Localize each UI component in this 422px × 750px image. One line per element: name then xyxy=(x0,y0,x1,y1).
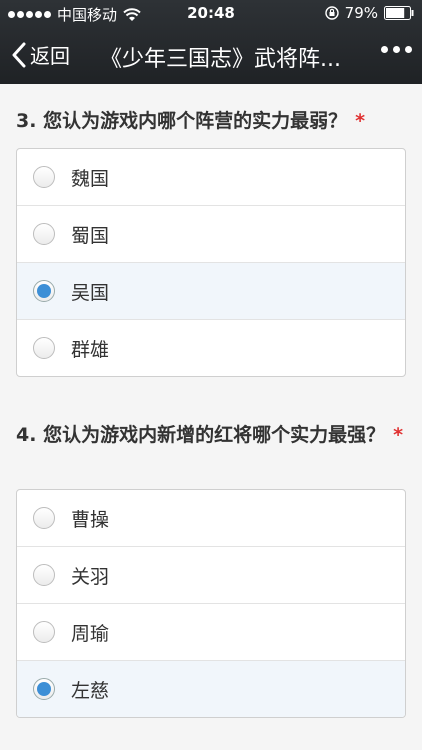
back-label: 返回 xyxy=(30,44,70,68)
question-3: 3. 您认为游戏内哪个阵营的实力最弱？ * xyxy=(16,106,406,136)
chevron-left-icon xyxy=(12,42,26,67)
question-text: 您认为游戏内新增的红将哪个实力最强？ xyxy=(43,424,386,446)
radio-button[interactable] xyxy=(33,507,55,529)
radio-button[interactable] xyxy=(33,166,55,188)
radio-button[interactable] xyxy=(33,621,55,643)
battery-icon xyxy=(384,6,414,20)
radio-button-checked[interactable] xyxy=(33,280,55,302)
radio-button[interactable] xyxy=(33,223,55,245)
option-row-selected[interactable]: 左慈 xyxy=(17,660,405,717)
option-row[interactable]: 魏国 xyxy=(17,149,405,205)
top-bar: 中国移动 20:48 79% 返回 《少年三国志》武将阵... xyxy=(0,0,422,84)
option-label: 曹操 xyxy=(71,508,110,531)
nav-bar: 返回 《少年三国志》武将阵... xyxy=(0,30,422,80)
option-label: 吴国 xyxy=(71,281,110,304)
radio-button[interactable] xyxy=(33,564,55,586)
back-button[interactable]: 返回 xyxy=(12,40,70,69)
option-label: 左慈 xyxy=(71,679,110,702)
option-row[interactable]: 蜀国 xyxy=(17,205,405,262)
radio-button-checked[interactable] xyxy=(33,678,55,700)
more-options-button[interactable] xyxy=(381,46,412,53)
battery-percent: 79% xyxy=(344,4,378,22)
option-label: 关羽 xyxy=(71,565,110,588)
required-mark: * xyxy=(393,424,404,446)
option-label: 魏国 xyxy=(71,167,110,190)
page-title: 《少年三国志》武将阵... xyxy=(100,47,341,72)
status-bar: 中国移动 20:48 79% xyxy=(0,0,422,26)
status-right: 79% xyxy=(324,4,414,22)
question-3-options: 魏国 蜀国 吴国 群雄 xyxy=(16,148,406,377)
option-row[interactable]: 周瑜 xyxy=(17,603,405,660)
rotation-lock-icon xyxy=(324,6,339,20)
radio-button[interactable] xyxy=(33,337,55,359)
option-label: 蜀国 xyxy=(71,224,110,247)
option-label: 群雄 xyxy=(71,338,110,361)
option-row[interactable]: 群雄 xyxy=(17,319,405,376)
question-number: 3. xyxy=(16,110,37,132)
option-row[interactable]: 关羽 xyxy=(17,546,405,603)
question-text: 您认为游戏内哪个阵营的实力最弱？ xyxy=(43,110,348,132)
question-4-options: 曹操 关羽 周瑜 左慈 xyxy=(16,489,406,718)
option-label: 周瑜 xyxy=(71,622,110,645)
question-4: 4. 您认为游戏内新增的红将哪个实力最强？ * xyxy=(16,420,406,450)
question-number: 4. xyxy=(16,424,37,446)
option-row[interactable]: 曹操 xyxy=(17,490,405,546)
more-icon xyxy=(381,46,388,53)
option-row-selected[interactable]: 吴国 xyxy=(17,262,405,319)
required-mark: * xyxy=(355,110,366,132)
